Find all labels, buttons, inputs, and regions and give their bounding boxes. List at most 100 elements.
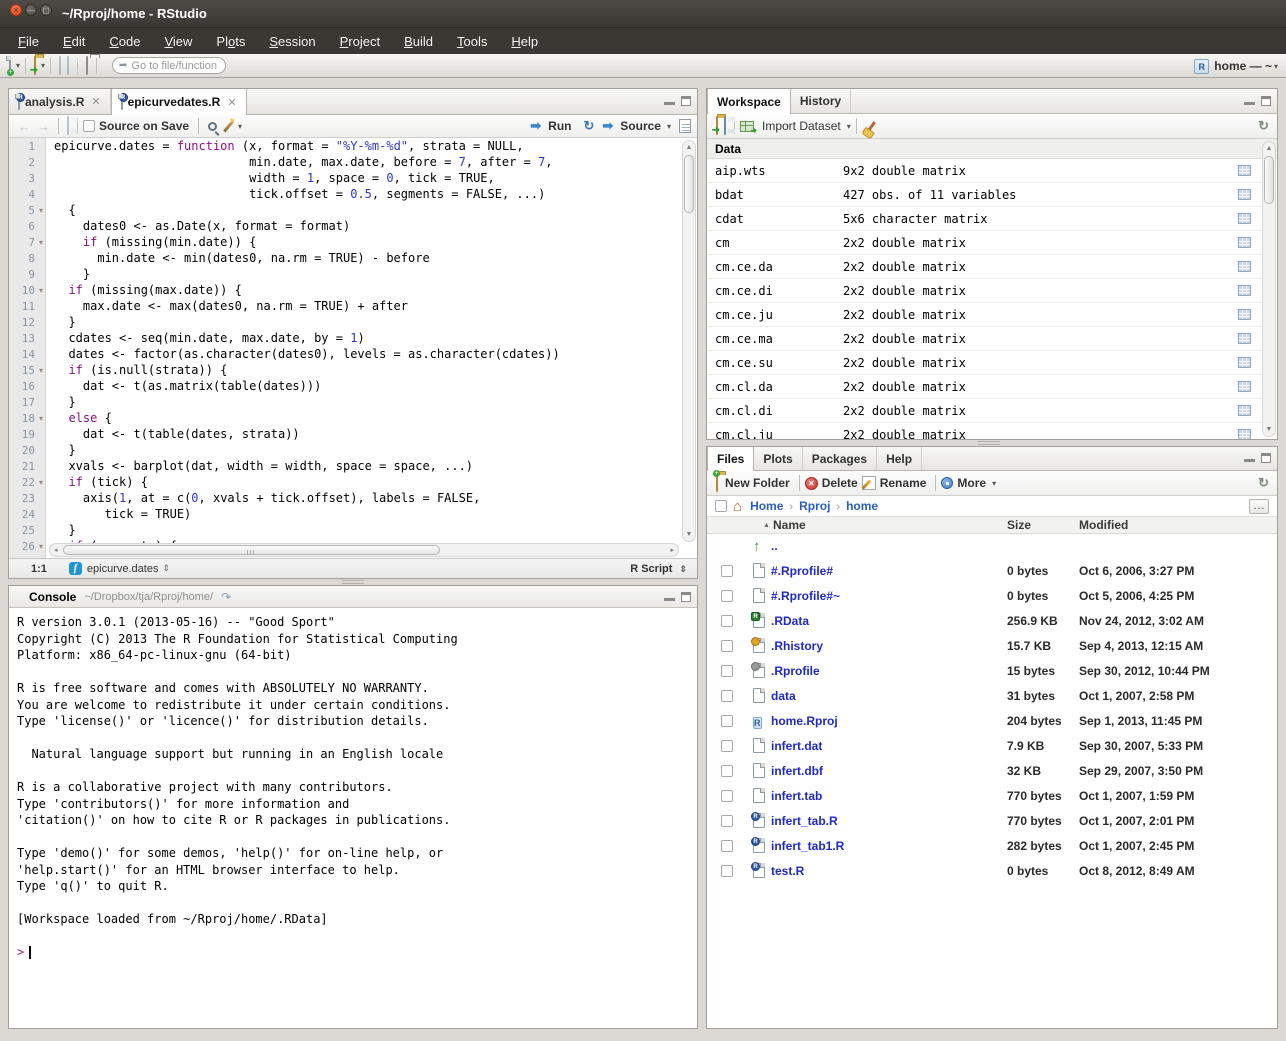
more-caret-icon[interactable]: ▾ — [992, 479, 996, 488]
workspace-object-row[interactable]: aip.wts9x2 double matrix — [707, 159, 1263, 183]
import-dataset-caret-icon[interactable]: ▾ — [847, 122, 851, 131]
menu-session[interactable]: Session — [257, 30, 327, 53]
file-checkbox[interactable] — [721, 815, 733, 827]
file-name[interactable]: infert.dat — [771, 739, 822, 753]
function-scope[interactable]: epicurve.dates — [87, 563, 159, 575]
file-checkbox[interactable] — [721, 615, 733, 627]
file-row[interactable]: infert.tab770 bytesOct 1, 2007, 1:59 PM — [707, 784, 1277, 809]
code-line[interactable]: 21 xvals <- barplot(dat, width = width, … — [9, 458, 697, 474]
file-checkbox[interactable] — [721, 840, 733, 852]
import-dataset-button[interactable]: Import Dataset — [762, 119, 841, 133]
file-row[interactable]: ↑.. — [707, 534, 1277, 559]
workspace-object-row[interactable]: cm.cl.ju2x2 double matrix — [707, 423, 1263, 439]
code-line[interactable]: 3 width = 1, space = 0, tick = TRUE, — [9, 170, 697, 186]
view-data-grid-icon[interactable] — [1238, 405, 1251, 416]
select-all-checkbox[interactable] — [715, 500, 727, 512]
new-file-caret-icon[interactable]: ▾ — [16, 61, 20, 70]
workspace-object-row[interactable]: cm.ce.su2x2 double matrix — [707, 351, 1263, 375]
code-line[interactable]: 7▾ if (missing(min.date)) { — [9, 234, 697, 250]
minimize-icon[interactable]: — — [25, 4, 37, 16]
save-button[interactable] — [59, 57, 61, 75]
workspace-tab-workspace[interactable]: Workspace — [707, 89, 791, 114]
project-menu-button[interactable]: R home — ~ ▾ — [1194, 56, 1278, 76]
file-name[interactable]: home.Rproj — [771, 714, 838, 728]
find-replace-icon[interactable] — [208, 122, 217, 131]
view-data-grid-icon[interactable] — [1238, 213, 1251, 224]
workspace-object-row[interactable]: cm.ce.ma2x2 double matrix — [707, 327, 1263, 351]
file-name[interactable]: infert_tab.R — [771, 814, 838, 828]
breadcrumb-more-button[interactable]: … — [1249, 499, 1269, 514]
workspace-object-row[interactable]: cm.cl.di2x2 double matrix — [707, 399, 1263, 423]
file-checkbox[interactable] — [721, 565, 733, 577]
fold-arrow-icon[interactable]: ▾ — [35, 206, 47, 215]
view-data-grid-icon[interactable] — [1238, 285, 1251, 296]
fold-arrow-icon[interactable]: ▾ — [35, 238, 47, 247]
code-line[interactable]: 12 } — [9, 314, 697, 330]
file-name[interactable]: test.R — [771, 864, 804, 878]
files-tab-packages[interactable]: Packages — [803, 447, 877, 470]
code-line[interactable]: 19 dat <- t(table(dates, strata)) — [9, 426, 697, 442]
file-row[interactable]: .Rhistory15.7 KBSep 4, 2013, 12:15 AM — [707, 634, 1277, 659]
code-line[interactable]: 17 } — [9, 394, 697, 410]
view-data-grid-icon[interactable] — [1238, 309, 1251, 320]
maximize-pane-icon[interactable] — [681, 592, 691, 602]
file-name[interactable]: #.Rprofile# — [771, 564, 833, 578]
console-prompt-row[interactable]: > — [17, 944, 689, 961]
menu-project[interactable]: Project — [328, 30, 392, 53]
code-line[interactable]: 13 cdates <- seq(min.date, max.date, by … — [9, 330, 697, 346]
file-row[interactable]: R.RData256.9 KBNov 24, 2012, 3:02 AM — [707, 609, 1277, 634]
fold-arrow-icon[interactable]: ▾ — [35, 542, 47, 551]
maximize-pane-icon[interactable] — [1261, 453, 1271, 463]
file-row[interactable]: .Rprofile15 bytesSep 30, 2012, 10:44 PM — [707, 659, 1277, 684]
file-checkbox[interactable] — [721, 865, 733, 877]
file-checkbox[interactable] — [721, 765, 733, 777]
file-row[interactable]: #.Rprofile#0 bytesOct 6, 2006, 3:27 PM — [707, 559, 1277, 584]
compile-notebook-icon[interactable] — [679, 119, 691, 133]
scroll-down-icon[interactable]: ▼ — [683, 528, 695, 541]
scroll-right-icon[interactable]: ▸ — [670, 544, 674, 557]
column-size[interactable]: Size — [1007, 518, 1031, 532]
file-checkbox[interactable] — [721, 715, 733, 727]
code-line[interactable]: 16 dat <- t(as.matrix(table(dates))) — [9, 378, 697, 394]
scroll-left-icon[interactable]: ◂ — [54, 544, 58, 557]
new-folder-button[interactable]: + — [716, 474, 718, 492]
goto-directory-icon[interactable]: ↷ — [221, 590, 231, 604]
scrollbar-thumb[interactable] — [684, 155, 694, 213]
column-name[interactable]: Name — [773, 518, 806, 532]
file-row[interactable]: Rhome.Rproj204 bytesSep 1, 2013, 11:45 P… — [707, 709, 1277, 734]
delete-button[interactable]: Delete — [822, 476, 858, 490]
save-workspace-button[interactable] — [724, 117, 726, 135]
maximize-pane-icon[interactable] — [681, 96, 691, 106]
source-caret-icon[interactable]: ▾ — [667, 122, 671, 131]
rerun-icon[interactable]: ↻ — [583, 118, 594, 134]
refresh-icon[interactable]: ↻ — [1258, 475, 1269, 491]
horizontal-splitter-grip[interactable] — [978, 441, 1000, 445]
code-line[interactable]: 25 } — [9, 522, 697, 538]
menu-tools[interactable]: Tools — [445, 30, 499, 53]
menu-view[interactable]: View — [152, 30, 204, 53]
file-row[interactable]: infert.dat7.9 KBSep 30, 2007, 5:33 PM — [707, 734, 1277, 759]
file-name[interactable]: .RData — [771, 614, 809, 628]
minimize-pane-icon[interactable] — [664, 96, 675, 105]
code-line[interactable]: 1epicurve.dates = function (x, format = … — [9, 138, 697, 154]
workspace-object-row[interactable]: cm.ce.di2x2 double matrix — [707, 279, 1263, 303]
save-all-button[interactable] — [67, 57, 69, 75]
workspace-object-row[interactable]: cm2x2 double matrix — [707, 231, 1263, 255]
back-icon[interactable]: ← — [18, 119, 31, 134]
fold-arrow-icon[interactable]: ▾ — [35, 286, 47, 295]
files-tab-files[interactable]: Files — [707, 447, 754, 471]
code-line[interactable]: 18▾ else { — [9, 410, 697, 426]
workspace-object-row[interactable]: cm.cl.da2x2 double matrix — [707, 375, 1263, 399]
workspace-object-row[interactable]: cm.ce.ju2x2 double matrix — [707, 303, 1263, 327]
fold-arrow-icon[interactable]: ▾ — [35, 478, 47, 487]
menu-help[interactable]: Help — [499, 30, 550, 53]
editor-horizontal-scrollbar[interactable]: ◂ ▸ — [49, 543, 679, 557]
code-line[interactable]: 8 min.date <- min(dates0, na.rm = TRUE) … — [9, 250, 697, 266]
menu-code[interactable]: Code — [97, 30, 152, 53]
code-line[interactable]: 24 tick = TRUE) — [9, 506, 697, 522]
menu-plots[interactable]: Plots — [204, 30, 257, 53]
code-line[interactable]: 14 dates <- factor(as.character(dates0),… — [9, 346, 697, 362]
close-icon[interactable]: ✕ — [10, 4, 22, 16]
more-button[interactable]: More — [957, 476, 986, 490]
view-data-grid-icon[interactable] — [1238, 165, 1251, 176]
